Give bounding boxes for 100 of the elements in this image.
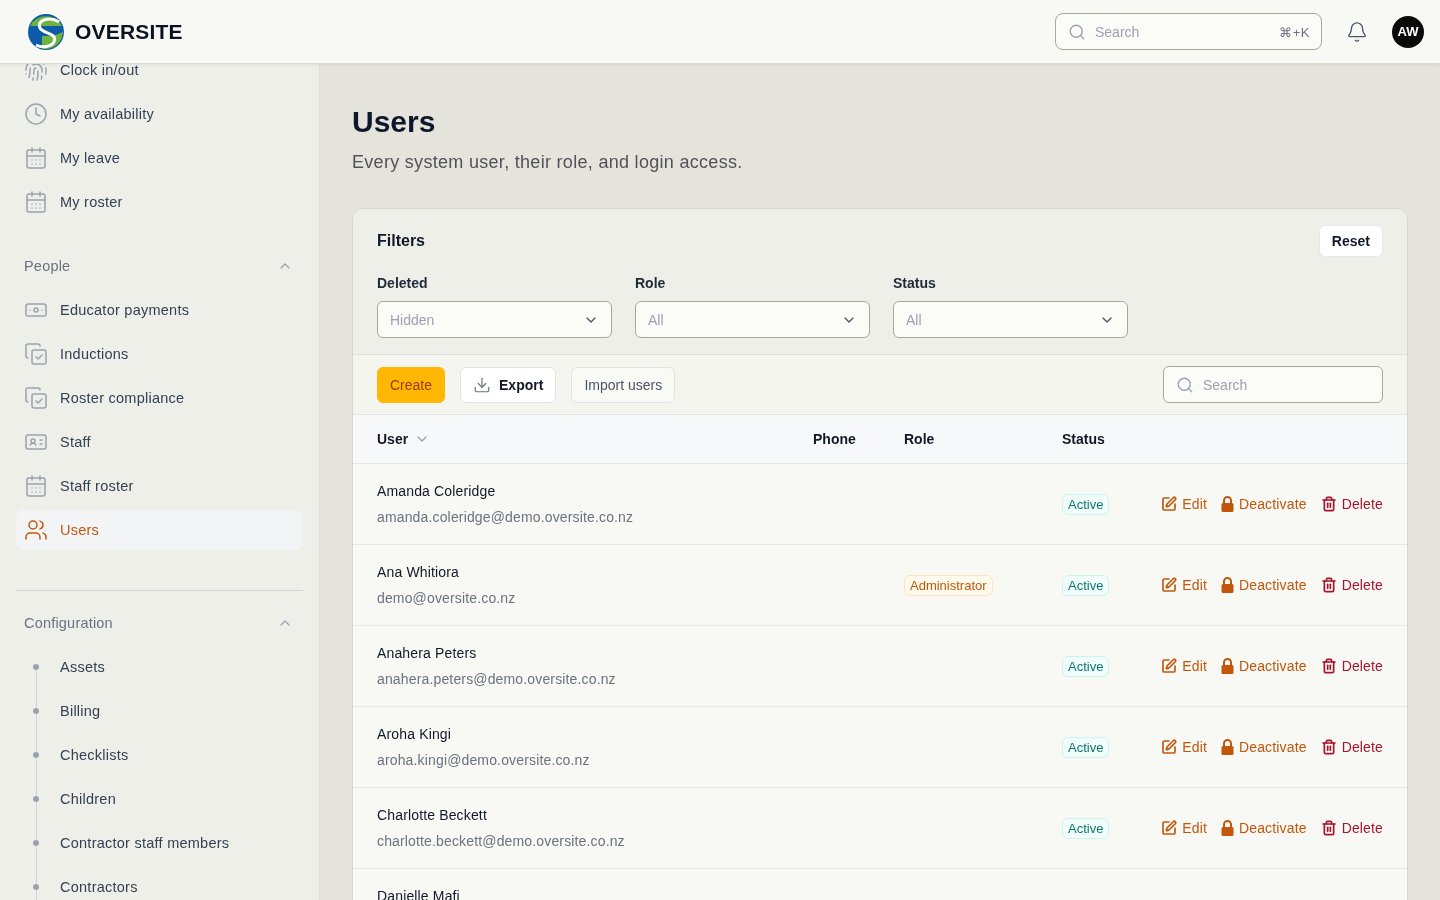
trash-icon: [1320, 739, 1337, 755]
user-name: Charlotte Beckett: [377, 806, 488, 825]
sidebar-item[interactable]: Assets: [16, 647, 303, 687]
sidebar-item[interactable]: Contractors: [16, 867, 303, 900]
status-badge: Active: [1062, 655, 1110, 677]
reset-button[interactable]: Reset: [1318, 225, 1383, 257]
status-badge: Active: [1062, 574, 1110, 596]
user-email: charlotte.beckett@demo.oversite.co.nz: [377, 832, 626, 851]
create-button[interactable]: Create: [377, 366, 446, 403]
shortcut-hint: ⌘+K: [1279, 24, 1310, 39]
pencil-square-icon: [1161, 496, 1178, 512]
column-header: Phone: [813, 431, 856, 447]
sidebar-item[interactable]: Staff: [16, 422, 303, 462]
page-subtitle: Every system user, their role, and login access.: [352, 151, 744, 174]
status-badge: Active: [1062, 817, 1110, 839]
sidebar-item[interactable]: Contractor staff members: [16, 823, 303, 863]
page-title: Users: [352, 104, 437, 140]
search-field[interactable]: Search: [1163, 366, 1383, 403]
field-label: Role: [635, 274, 667, 293]
user-name: Ana Whitiora: [377, 563, 460, 582]
download-icon: [473, 375, 492, 394]
trash-icon: [1320, 577, 1337, 593]
sidebar-item[interactable]: My leave: [16, 138, 303, 178]
trash-icon: [1320, 820, 1337, 836]
column-header[interactable]: User: [377, 431, 409, 447]
bullet-icon: [33, 796, 39, 802]
edit-link[interactable]: Edit: [1161, 496, 1207, 512]
bell-icon[interactable]: [1346, 20, 1368, 43]
field-label: Deleted: [377, 274, 429, 293]
avatar[interactable]: AW: [1392, 15, 1424, 48]
import-button[interactable]: Import users: [571, 366, 676, 403]
brand-name: OVERSITE: [75, 19, 183, 44]
sidebar-item[interactable]: Roster compliance: [16, 378, 303, 418]
lock-icon: [1220, 739, 1234, 755]
sidebar-item[interactable]: Children: [16, 779, 303, 819]
lock-icon: [1220, 820, 1234, 836]
calendar-icon: [24, 474, 48, 498]
user-name: Anahera Peters: [377, 644, 478, 663]
filters-title: Filters: [377, 232, 425, 250]
sidebar-item[interactable]: Checklists: [16, 735, 303, 775]
edit-link[interactable]: Edit: [1161, 577, 1207, 593]
deactivate-link[interactable]: Deactivate: [1220, 658, 1307, 674]
section-toggle[interactable]: Configuration: [16, 603, 303, 643]
role-badge: Administrator: [904, 574, 993, 596]
pencil-square-icon: [1161, 820, 1178, 836]
deactivate-link[interactable]: Deactivate: [1220, 820, 1307, 836]
trash-icon: [1320, 658, 1337, 674]
pencil-square-icon: [1161, 658, 1178, 674]
search-icon: [1176, 375, 1194, 394]
user-name: Aroha Kingi: [377, 725, 453, 744]
delete-link[interactable]: Delete: [1320, 577, 1383, 593]
edit-link[interactable]: Edit: [1161, 820, 1207, 836]
bullet-icon: [33, 884, 39, 890]
export-button[interactable]: Export: [460, 366, 557, 403]
copy-check-icon: [24, 386, 48, 410]
lock-icon: [1220, 658, 1234, 674]
sidebar-item[interactable]: Billing: [16, 691, 303, 731]
user-email: amanda.coleridge@demo.oversite.co.nz: [377, 508, 635, 527]
column-header: Role: [904, 431, 935, 447]
sidebar-item[interactable]: Clock in/out: [16, 64, 303, 90]
sidebar-item[interactable]: Staff roster: [16, 466, 303, 506]
bullet-icon: [33, 708, 39, 714]
user-email: aroha.kingi@demo.oversite.co.nz: [377, 751, 591, 770]
lock-icon: [1220, 496, 1234, 512]
field-label: Status: [893, 274, 937, 293]
deactivate-link[interactable]: Deactivate: [1220, 577, 1307, 593]
user-email: anahera.peters@demo.oversite.co.nz: [377, 670, 617, 689]
sidebar-item[interactable]: My availability: [16, 94, 303, 134]
fingerprint-icon: [24, 64, 48, 82]
calendar-icon: [24, 146, 48, 170]
bullet-icon: [33, 840, 39, 846]
clock-icon: [24, 102, 48, 126]
copy-check-icon: [24, 342, 48, 366]
user-email: demo@oversite.co.nz: [377, 589, 517, 608]
pencil-square-icon: [1161, 577, 1178, 593]
status-badge: Active: [1062, 493, 1110, 515]
calendar-icon: [24, 190, 48, 214]
delete-link[interactable]: Delete: [1320, 739, 1383, 755]
section-toggle[interactable]: People: [16, 246, 303, 286]
sidebar-item[interactable]: Users: [16, 510, 303, 550]
sidebar-item[interactable]: Inductions: [16, 334, 303, 374]
pencil-square-icon: [1161, 739, 1178, 755]
status-badge: Active: [1062, 736, 1110, 758]
deactivate-link[interactable]: Deactivate: [1220, 496, 1307, 512]
users-icon: [24, 518, 48, 542]
column-header: Status: [1062, 431, 1105, 447]
user-name: Amanda Coleridge: [377, 482, 497, 501]
trash-icon: [1320, 496, 1337, 512]
sidebar-item[interactable]: My roster: [16, 182, 303, 222]
sidebar-item[interactable]: Educator payments: [16, 290, 303, 330]
edit-link[interactable]: Edit: [1161, 739, 1207, 755]
bullet-icon: [33, 664, 39, 670]
deactivate-link[interactable]: Deactivate: [1220, 739, 1307, 755]
logo-icon: [28, 13, 64, 50]
lock-icon: [1220, 577, 1234, 593]
delete-link[interactable]: Delete: [1320, 496, 1383, 512]
edit-link[interactable]: Edit: [1161, 658, 1207, 674]
search-icon: [1068, 22, 1086, 41]
delete-link[interactable]: Delete: [1320, 658, 1383, 674]
delete-link[interactable]: Delete: [1320, 820, 1383, 836]
